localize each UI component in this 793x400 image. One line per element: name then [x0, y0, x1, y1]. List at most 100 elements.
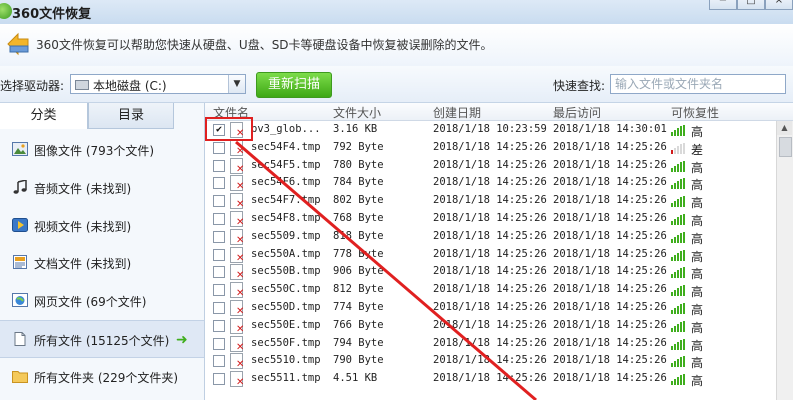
table-row[interactable]: ✕ sec550C.tmp 812 Byte 2018/1/18 14:25:26 20… [205, 281, 775, 299]
tab-category[interactable]: 分类 [0, 103, 88, 129]
window-title: 360文件恢复 [12, 7, 92, 22]
table-row[interactable]: ✕ sec550D.tmp 774 Byte 2018/1/18 14:25:26 20… [205, 299, 775, 317]
row-checkbox[interactable] [213, 373, 225, 386]
row-checkbox[interactable] [213, 266, 225, 279]
row-checkbox[interactable] [213, 301, 225, 314]
recoverability-label: 高 [691, 302, 704, 317]
recoverability-label: 高 [691, 356, 704, 371]
row-checkbox[interactable] [213, 284, 225, 297]
category-item-audio[interactable]: 音频文件 (未找到) [0, 169, 204, 207]
deleted-file-icon: ✕ [230, 299, 244, 316]
category-item-all-files[interactable]: 所有文件 (15125个文件) ➜ [0, 319, 204, 358]
accessed-date: 2018/1/18 14:25:26 [553, 176, 667, 189]
row-checkbox[interactable] [213, 195, 225, 208]
file-size: 766 Byte [333, 318, 384, 331]
rescan-button[interactable]: 重新扫描 [256, 72, 332, 98]
recoverability-label: 高 [691, 338, 704, 353]
accessed-date: 2018/1/18 14:25:26 [553, 158, 667, 171]
column-header-size[interactable]: 文件大小 [333, 104, 381, 121]
table-row[interactable]: ✕ sec54F4.tmp 792 Byte 2018/1/18 14:25:26 20… [205, 139, 775, 157]
signal-bars-icon [671, 160, 687, 172]
vertical-scrollbar[interactable]: ▲ [776, 121, 793, 400]
table-row[interactable]: ✕ sec5510.tmp 790 Byte 2018/1/18 14:25:26 20… [205, 352, 775, 370]
recoverability-label: 差 [691, 142, 704, 157]
signal-bars-icon [671, 249, 687, 261]
signal-bars-icon [671, 213, 687, 225]
scroll-up-icon[interactable]: ▲ [777, 121, 792, 135]
table-row[interactable]: ✕ sec550B.tmp 906 Byte 2018/1/18 14:25:26 20… [205, 263, 775, 281]
signal-bars-icon [671, 302, 687, 314]
app-logo-icon [0, 3, 12, 19]
table-row[interactable]: ✕ sec550A.tmp 778 Byte 2018/1/18 14:25:26 20… [205, 246, 775, 264]
file-name: sec54F4.tmp [251, 140, 321, 153]
category-item-images[interactable]: 图像文件 (793个文件) [0, 131, 204, 169]
deleted-file-icon: ✕ [230, 157, 244, 174]
row-checkbox[interactable] [213, 355, 225, 368]
category-label: 所有文件夹 (229个文件夹) [34, 370, 179, 385]
recoverability-label: 高 [691, 249, 704, 264]
row-checkbox[interactable] [213, 141, 225, 154]
folder-icon [12, 370, 28, 383]
table-row[interactable]: ✕ sec5511.tmp 4.51 KB 2018/1/18 14:25:26 201… [205, 370, 775, 388]
row-checkbox[interactable] [213, 248, 225, 261]
created-date: 2018/1/18 14:25:26 [433, 140, 547, 153]
accessed-date: 2018/1/18 14:25:26 [553, 283, 667, 296]
file-size: 802 Byte [333, 194, 384, 207]
signal-bars-icon [671, 320, 687, 332]
toolbar: 选择驱动器: 本地磁盘 (C:) ▼ 重新扫描 快速查找: [0, 66, 793, 103]
category-label: 视频文件 (未找到) [34, 219, 132, 234]
chevron-down-icon[interactable]: ▼ [228, 75, 245, 93]
deleted-file-icon: ✕ [230, 175, 244, 192]
column-header-created[interactable]: 创建日期 [433, 104, 481, 121]
deleted-file-icon: ✕ [230, 371, 244, 388]
recoverability-label: 高 [691, 320, 704, 335]
accessed-date: 2018/1/18 14:25:26 [553, 211, 667, 224]
row-checkbox[interactable] [213, 230, 225, 243]
table-row[interactable]: ✔ ✕ pv3_glob... 3.16 KB 2018/1/18 10:23:59 20… [205, 121, 775, 139]
file-name: sec54F5.tmp [251, 158, 321, 171]
scroll-thumb[interactable] [779, 137, 792, 157]
file-size: 3.16 KB [333, 123, 378, 135]
created-date: 2018/1/18 14:25:26 [433, 265, 547, 278]
close-button[interactable]: × [765, 0, 793, 10]
created-date: 2018/1/18 14:25:26 [433, 176, 547, 189]
file-icon [14, 331, 26, 346]
table-row[interactable]: ✕ sec5509.tmp 818 Byte 2018/1/18 14:25:26 20… [205, 228, 775, 246]
category-item-documents[interactable]: 文档文件 (未找到) [0, 244, 204, 282]
category-item-web[interactable]: 网页文件 (69个文件) [0, 282, 204, 320]
table-row[interactable]: ✕ sec550F.tmp 794 Byte 2018/1/18 14:25:26 20… [205, 335, 775, 353]
table-row[interactable]: ✕ sec54F6.tmp 784 Byte 2018/1/18 14:25:26 20… [205, 174, 775, 192]
created-date: 2018/1/18 14:25:26 [433, 247, 547, 260]
search-input[interactable] [610, 74, 786, 94]
category-item-video[interactable]: 视频文件 (未找到) [0, 207, 204, 245]
row-checkbox[interactable] [213, 212, 225, 225]
table-row[interactable]: ✕ sec550E.tmp 766 Byte 2018/1/18 14:25:26 20… [205, 317, 775, 335]
table-row[interactable]: ✕ sec54F5.tmp 780 Byte 2018/1/18 14:25:26 20… [205, 157, 775, 175]
accessed-date: 2018/1/18 14:25:26 [553, 194, 667, 207]
arrow-right-icon: ➜ [176, 331, 188, 348]
video-icon [12, 217, 28, 232]
row-checkbox[interactable] [213, 337, 225, 350]
signal-bars-icon [671, 267, 687, 279]
signal-bars-icon [671, 231, 687, 243]
table-row[interactable]: ✕ sec54F8.tmp 768 Byte 2018/1/18 14:25:26 20… [205, 210, 775, 228]
deleted-file-icon: ✕ [230, 228, 244, 245]
minimize-button[interactable]: − [709, 0, 737, 10]
table-row[interactable]: ✕ sec54F7.tmp 802 Byte 2018/1/18 14:25:26 20… [205, 192, 775, 210]
column-header-accessed[interactable]: 最后访问 [553, 104, 601, 121]
recoverability-label: 高 [691, 213, 704, 228]
accessed-date: 2018/1/18 14:25:26 [553, 140, 667, 153]
category-item-all-folders[interactable]: 所有文件夹 (229个文件夹) [0, 358, 204, 396]
row-checkbox[interactable] [213, 319, 225, 332]
drive-select[interactable]: 本地磁盘 (C:) ▼ [70, 74, 246, 94]
signal-bars-icon [671, 356, 687, 368]
file-name: sec550E.tmp [251, 318, 321, 331]
accessed-date: 2018/1/18 14:25:26 [553, 300, 667, 313]
category-label: 文档文件 (未找到) [34, 257, 132, 272]
column-header-recoverability[interactable]: 可恢复性 [671, 104, 719, 121]
row-checkbox[interactable] [213, 159, 225, 172]
row-checkbox[interactable] [213, 177, 225, 190]
deleted-file-icon: ✕ [230, 317, 244, 334]
maximize-button[interactable]: □ [737, 0, 765, 10]
tab-directory[interactable]: 目录 [88, 103, 174, 129]
